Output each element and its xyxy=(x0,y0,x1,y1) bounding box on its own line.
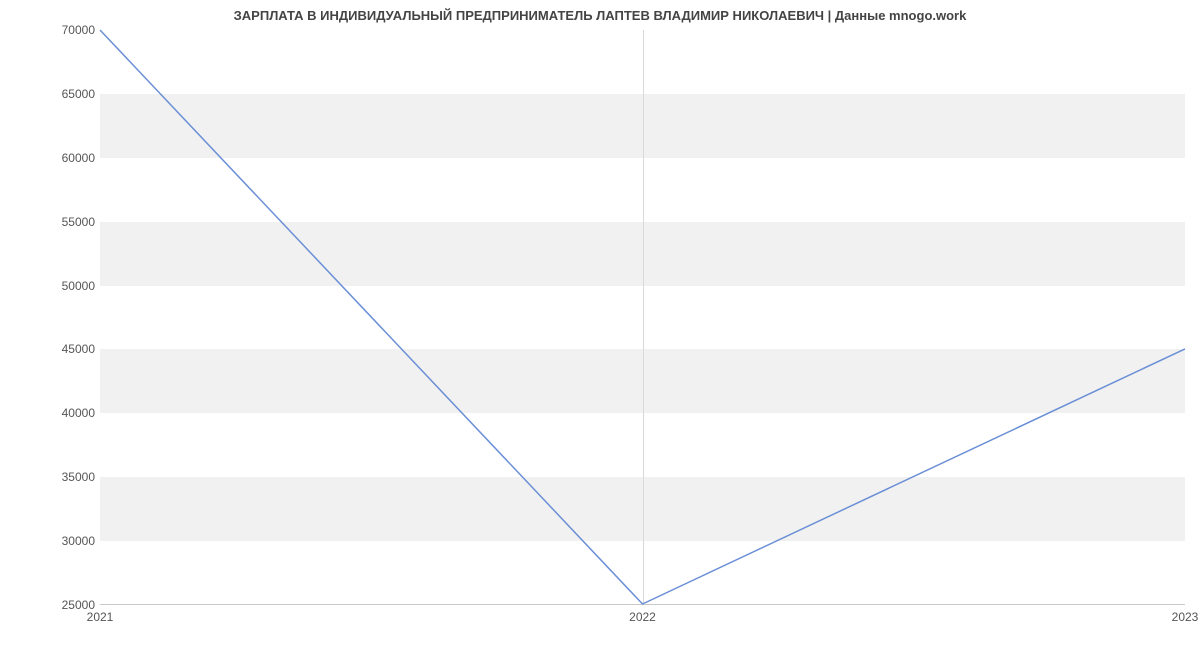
y-tick-label: 60000 xyxy=(5,151,95,165)
salary-line-chart: ЗАРПЛАТА В ИНДИВИДУАЛЬНЫЙ ПРЕДПРИНИМАТЕЛ… xyxy=(0,0,1200,650)
y-tick-label: 35000 xyxy=(5,470,95,484)
x-tick-label: 2022 xyxy=(629,610,656,624)
line-layer xyxy=(100,30,1185,604)
y-tick-label: 45000 xyxy=(5,342,95,356)
y-tick-label: 70000 xyxy=(5,23,95,37)
x-tick-label: 2021 xyxy=(87,610,114,624)
salary-series-line xyxy=(100,30,1185,604)
y-tick-label: 30000 xyxy=(5,534,95,548)
y-tick-label: 25000 xyxy=(5,598,95,612)
plot-area xyxy=(100,30,1185,605)
y-tick-label: 55000 xyxy=(5,215,95,229)
y-tick-label: 50000 xyxy=(5,279,95,293)
chart-title: ЗАРПЛАТА В ИНДИВИДУАЛЬНЫЙ ПРЕДПРИНИМАТЕЛ… xyxy=(0,8,1200,23)
x-tick-label: 2023 xyxy=(1172,610,1199,624)
y-tick-label: 65000 xyxy=(5,87,95,101)
y-tick-label: 40000 xyxy=(5,406,95,420)
